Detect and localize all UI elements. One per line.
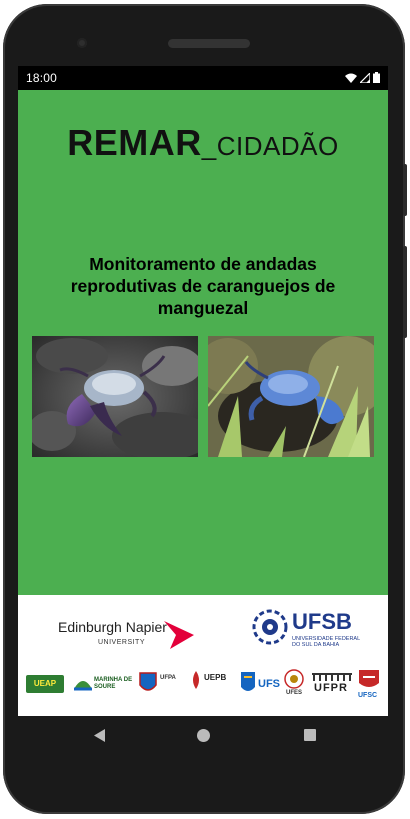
- status-time: 18:00: [26, 71, 58, 85]
- ufpa-label: UFPA: [160, 675, 176, 681]
- battery-icon: [373, 72, 380, 83]
- uepb-mark-icon: [193, 671, 199, 689]
- ufpa-shield-icon: [139, 672, 157, 691]
- status-icons: [345, 72, 380, 83]
- recent-apps-icon[interactable]: [304, 729, 316, 741]
- power-button: [403, 164, 407, 216]
- marinha-soure-mark-icon: [74, 681, 92, 691]
- android-nav-bar: [18, 716, 388, 756]
- edinburgh-napier-name: Edinburgh Napier: [58, 619, 167, 635]
- front-camera: [77, 38, 87, 48]
- app-title: REMAR_CIDADÃO: [18, 122, 388, 164]
- edinburgh-napier-logo: Edinburgh Napier UNIVERSITY: [58, 619, 208, 659]
- ueap-logo: UEAP: [26, 675, 64, 693]
- ufs-logo: UFS: [240, 671, 282, 697]
- app-title-bold: REMAR: [67, 122, 202, 163]
- ufsb-seal-icon: [252, 609, 288, 645]
- ufpa-logo: UFPA: [138, 671, 188, 697]
- ufes-logo: UFES: [284, 669, 308, 699]
- marinha-soure-label: MARINHA DE SOURE: [94, 677, 133, 690]
- uepb-logo: UEPB: [190, 671, 238, 697]
- ufs-label: UFS: [258, 678, 280, 690]
- ufpr-columns-icon: [312, 673, 352, 681]
- ufs-shield-icon: [241, 672, 255, 691]
- status-bar: 18:00: [18, 66, 388, 90]
- partner-logos-panel: Edinburgh Napier UNIVERSITY UFSB UNIVERS…: [18, 595, 388, 716]
- partner-logo-row: UEAP MARINHA DE SOURE UFPA UEPB UFS UFES…: [22, 669, 384, 709]
- ufes-seal-icon: [284, 669, 304, 689]
- crab-photo-blue: [208, 336, 374, 457]
- ufsc-label: UFSC: [358, 692, 378, 699]
- ufsc-shield-icon: [359, 670, 379, 687]
- volume-button: [403, 246, 407, 338]
- app-title-light: _CIDADÃO: [201, 131, 339, 161]
- edinburgh-napier-sub: UNIVERSITY: [98, 639, 146, 646]
- marinha-soure-logo: MARINHA DE SOURE: [72, 671, 132, 697]
- ufpr-logo: UFPR: [312, 673, 352, 695]
- wifi-icon: [345, 73, 357, 83]
- ufsb-sub: UNIVERSIDADE FEDERAL DO SUL DA BAHIA: [292, 636, 360, 648]
- crab-photo-purple-claw: [32, 336, 198, 457]
- back-icon[interactable]: [94, 729, 105, 742]
- edinburgh-napier-mark-icon: [164, 621, 194, 649]
- app-subtitle: Monitoramento de andadas reprodutivas de…: [70, 254, 336, 318]
- ufsb-logo: UFSB UNIVERSIDADE FEDERAL DO SUL DA BAHI…: [252, 607, 382, 651]
- home-icon[interactable]: [197, 729, 210, 742]
- ufsb-name: UFSB: [292, 609, 352, 634]
- ufes-label: UFES: [286, 690, 303, 696]
- signal-icon: [360, 72, 370, 83]
- screen: 18:00 REMAR_CIDADÃO Monitoramento de and…: [18, 66, 388, 716]
- uepb-label: UEPB: [204, 673, 227, 682]
- earpiece-speaker: [168, 39, 250, 48]
- app-splash: REMAR_CIDADÃO Monitoramento de andadas r…: [18, 90, 388, 716]
- ufsc-logo: UFSC: [358, 669, 382, 701]
- ufpr-label: UFPR: [314, 682, 348, 694]
